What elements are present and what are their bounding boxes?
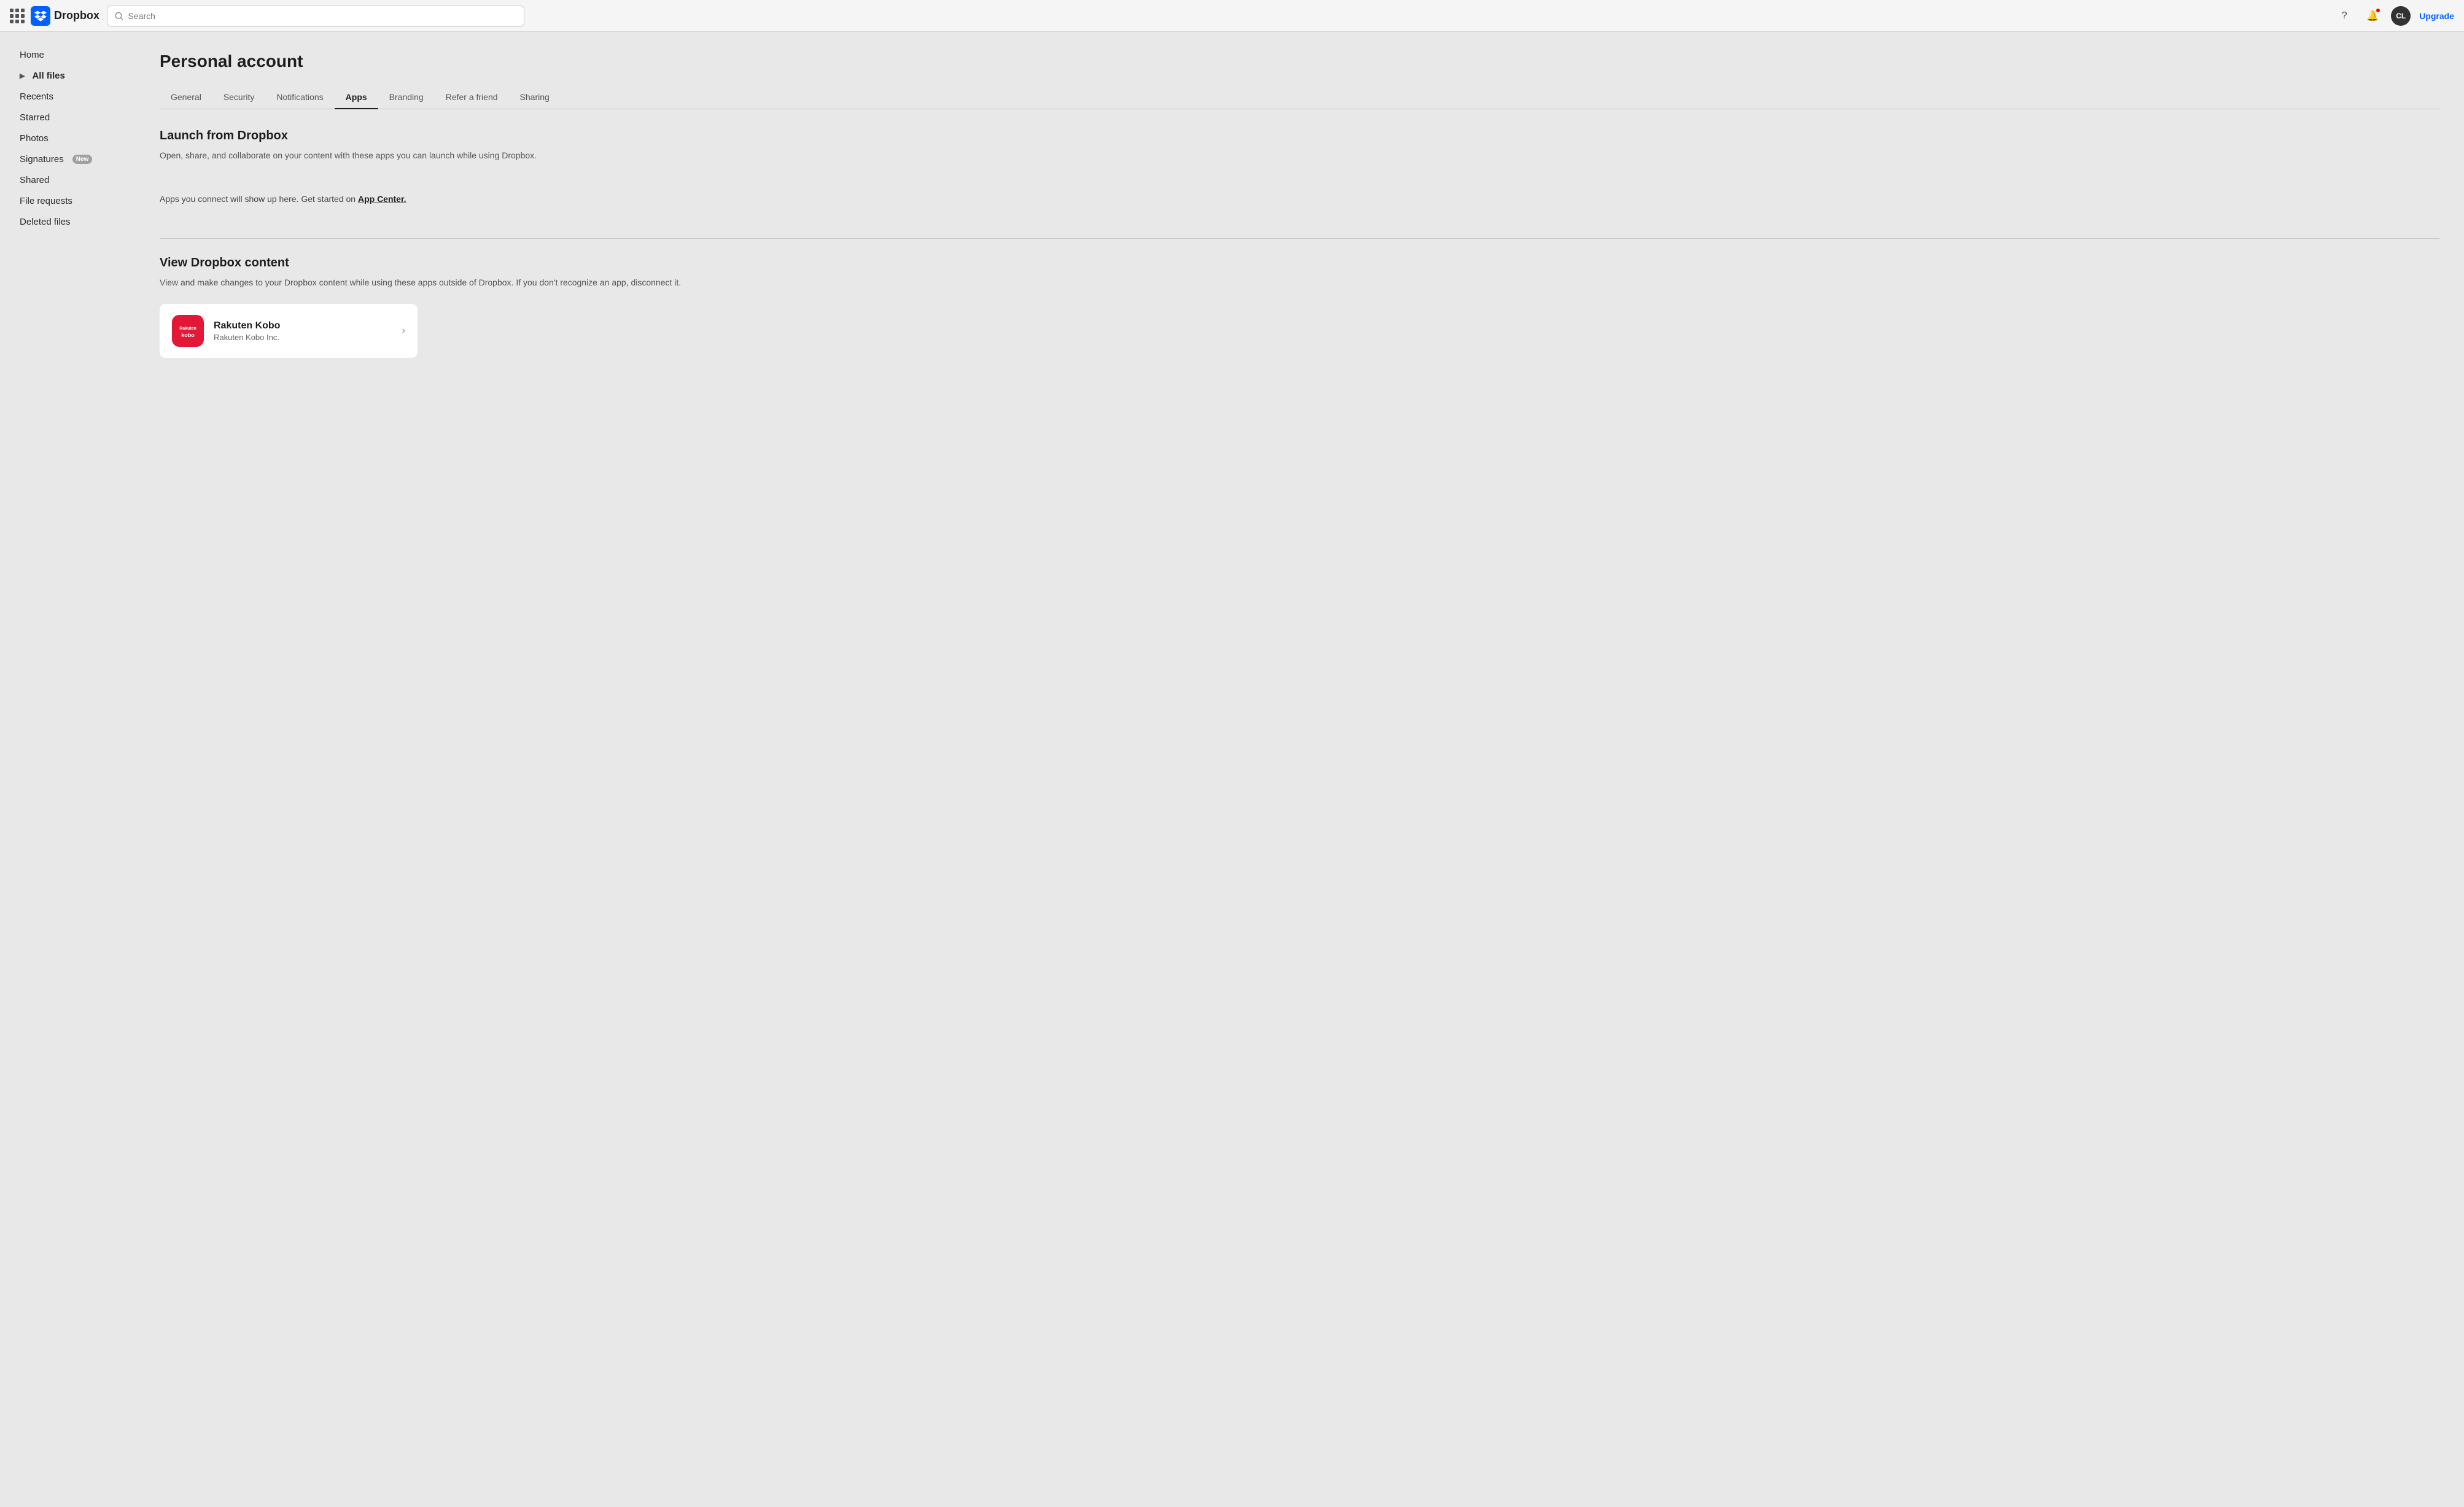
page-title: Personal account — [160, 52, 2439, 71]
sidebar-label-shared: Shared — [20, 175, 49, 185]
upgrade-button[interactable]: Upgrade — [2419, 11, 2454, 21]
notifications-button[interactable]: 🔔 — [2363, 6, 2382, 26]
rakuten-kobo-company: Rakuten Kobo Inc. — [214, 333, 392, 342]
rakuten-kobo-info: Rakuten Kobo Rakuten Kobo Inc. — [214, 320, 392, 342]
main-content: Personal account General Security Notifi… — [135, 32, 2464, 1507]
topbar-left: Dropbox — [10, 6, 99, 26]
sidebar-item-home[interactable]: Home — [5, 45, 130, 65]
topbar-right: ? 🔔 CL Upgrade — [2334, 6, 2454, 26]
empty-text: Apps you connect will show up here. Get … — [160, 194, 358, 204]
launch-section-desc: Open, share, and collaborate on your con… — [160, 149, 2439, 162]
launch-empty-state: Apps you connect will show up here. Get … — [160, 177, 2439, 221]
app-center-link[interactable]: App Center. — [358, 194, 406, 204]
sidebar-item-signatures[interactable]: Signatures New — [5, 149, 130, 169]
sidebar-label-starred: Starred — [20, 112, 50, 123]
sidebar-label-photos: Photos — [20, 133, 49, 144]
sidebar-item-shared[interactable]: Shared — [5, 170, 130, 190]
avatar[interactable]: CL — [2391, 6, 2411, 26]
sidebar-label-signatures: Signatures — [20, 154, 64, 165]
tab-refer-a-friend[interactable]: Refer a friend — [435, 86, 509, 109]
logo[interactable]: Dropbox — [31, 6, 99, 26]
search-bar[interactable] — [107, 5, 524, 27]
sidebar-item-deleted-files[interactable]: Deleted files — [5, 212, 130, 232]
view-section: View Dropbox content View and make chang… — [160, 256, 2439, 358]
section-divider — [160, 238, 2439, 239]
launch-section: Launch from Dropbox Open, share, and col… — [160, 129, 2439, 221]
rakuten-kobo-icon: Rakuten kobo — [172, 315, 204, 347]
body-wrap: Home ▶ All files Recents Starred Photos … — [0, 32, 2464, 1507]
tab-notifications[interactable]: Notifications — [265, 86, 334, 109]
sidebar-item-photos[interactable]: Photos — [5, 128, 130, 149]
sidebar-item-file-requests[interactable]: File requests — [5, 191, 130, 211]
app-card-rakuten-kobo[interactable]: Rakuten kobo Rakuten Kobo Rakuten Kobo I… — [160, 304, 418, 358]
sidebar-item-starred[interactable]: Starred — [5, 107, 130, 128]
help-icon: ? — [2342, 10, 2347, 21]
logo-text: Dropbox — [54, 9, 99, 22]
svg-text:Rakuten: Rakuten — [179, 327, 196, 331]
topbar: Dropbox ? 🔔 CL Upgrade — [0, 0, 2464, 32]
grid-menu-icon[interactable] — [10, 9, 25, 23]
sidebar-item-recents[interactable]: Recents — [5, 87, 130, 107]
tab-security[interactable]: Security — [212, 86, 266, 109]
sidebar: Home ▶ All files Recents Starred Photos … — [0, 32, 135, 1507]
tab-apps[interactable]: Apps — [335, 86, 378, 109]
view-section-desc: View and make changes to your Dropbox co… — [160, 276, 2439, 289]
sidebar-label-all-files: All files — [32, 71, 64, 81]
tab-sharing[interactable]: Sharing — [509, 86, 561, 109]
logo-icon — [31, 6, 50, 26]
app-card-chevron-icon: › — [402, 325, 405, 336]
help-button[interactable]: ? — [2334, 6, 2354, 26]
svg-text:kobo: kobo — [181, 332, 195, 338]
search-icon — [115, 12, 123, 20]
launch-section-title: Launch from Dropbox — [160, 129, 2439, 143]
search-input[interactable] — [128, 11, 516, 21]
sidebar-item-all-files[interactable]: ▶ All files — [5, 66, 130, 86]
sidebar-label-file-requests: File requests — [20, 196, 72, 206]
rakuten-kobo-name: Rakuten Kobo — [214, 320, 392, 331]
chevron-icon: ▶ — [20, 72, 25, 80]
sidebar-label-recents: Recents — [20, 91, 53, 102]
notification-dot — [2376, 8, 2380, 13]
new-badge: New — [72, 155, 93, 164]
tab-general[interactable]: General — [160, 86, 212, 109]
tab-branding[interactable]: Branding — [378, 86, 435, 109]
tabs: General Security Notifications Apps Bran… — [160, 86, 2439, 109]
sidebar-label-deleted-files: Deleted files — [20, 217, 71, 227]
sidebar-label-home: Home — [20, 50, 44, 60]
view-section-title: View Dropbox content — [160, 256, 2439, 270]
